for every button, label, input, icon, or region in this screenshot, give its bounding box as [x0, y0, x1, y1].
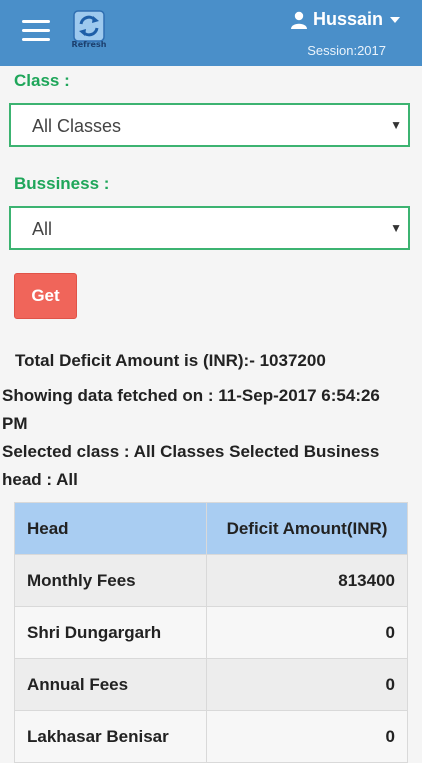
session-label: Session:2017	[307, 43, 386, 58]
caret-down-icon	[390, 16, 400, 23]
refresh-icon	[73, 10, 105, 42]
amount-cell: 0	[206, 606, 408, 659]
head-cell: Monthly Fees	[14, 554, 207, 607]
table-row: Lakhasar Benisar 0	[14, 710, 408, 763]
user-name: Hussain	[312, 9, 383, 29]
app-header: Refresh Hussain Session:2017	[0, 0, 422, 66]
head-cell: Shri Dungargarh	[14, 606, 207, 659]
user-menu[interactable]: Hussain	[290, 9, 400, 30]
head-cell: Lakhasar Benisar	[14, 710, 207, 763]
get-button[interactable]: Get	[14, 273, 77, 319]
total-deficit: Total Deficit Amount is (INR):- 1037200	[15, 351, 326, 370]
class-select-value: All Classes	[32, 116, 122, 136]
fetched-info: Showing data fetched on : 11-Sep-2017 6:…	[2, 382, 412, 438]
dropdown-arrow-icon: ▼	[390, 221, 402, 235]
dropdown-arrow-icon: ▼	[390, 118, 402, 132]
class-label: Class :	[14, 71, 70, 90]
selected-info: Selected class : All Classes Selected Bu…	[2, 438, 412, 494]
column-header-head: Head	[14, 502, 207, 555]
table-row: Annual Fees 0	[14, 658, 408, 711]
business-select[interactable]: All ▼	[9, 206, 410, 250]
refresh-button[interactable]: Refresh	[70, 10, 108, 56]
hamburger-menu-icon[interactable]	[22, 20, 50, 42]
amount-cell: 0	[206, 658, 408, 711]
head-cell: Annual Fees	[14, 658, 207, 711]
amount-cell: 0	[206, 710, 408, 763]
selected-line: head : All	[2, 470, 78, 489]
business-label: Bussiness :	[14, 174, 110, 193]
table-row: Shri Dungargarh 0	[14, 606, 408, 659]
refresh-label: Refresh	[71, 40, 107, 49]
column-header-amount: Deficit Amount(INR)	[206, 502, 408, 555]
user-icon	[290, 11, 307, 29]
deficit-table: Head Deficit Amount(INR) Monthly Fees 81…	[14, 502, 408, 763]
fetched-line: Showing data fetched on : 11-Sep-2017 6:…	[2, 386, 380, 405]
table-row: Monthly Fees 813400	[14, 554, 408, 607]
table-header-row: Head Deficit Amount(INR)	[14, 502, 408, 555]
selected-line: Selected class : All Classes Selected Bu…	[2, 442, 380, 461]
class-select[interactable]: All Classes ▼	[9, 103, 410, 147]
business-select-value: All	[32, 219, 53, 239]
fetched-line: PM	[2, 414, 28, 433]
amount-cell: 813400	[206, 554, 408, 607]
